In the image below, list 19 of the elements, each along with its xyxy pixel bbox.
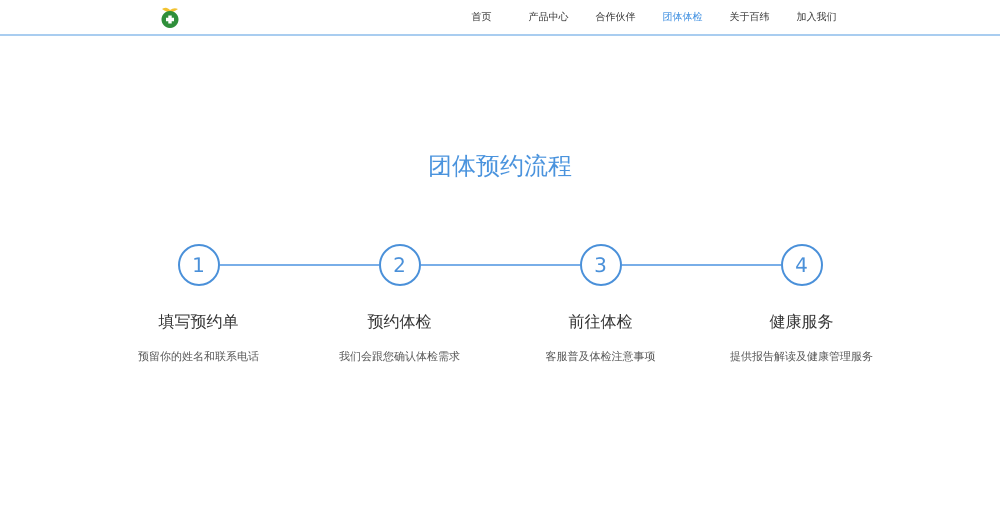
step-description: 客服普及体检注意事项: [546, 349, 656, 364]
step-number: 1: [178, 244, 220, 286]
step-title: 健康服务: [770, 312, 834, 333]
section-title: 团体预约流程: [427, 152, 573, 180]
nav-link[interactable]: 首页: [448, 10, 515, 24]
step-number: 3: [580, 244, 622, 286]
nav-link[interactable]: 加入我们: [783, 10, 850, 24]
nav-link[interactable]: 关于百纬: [716, 10, 783, 24]
step-title: 填写预约单: [158, 312, 238, 333]
step-description: 我们会跟您确认体检需求: [339, 349, 460, 364]
step-description: 预留你的姓名和联系电话: [138, 349, 259, 364]
nav-link[interactable]: 合作伙伴: [582, 10, 649, 24]
logo-icon[interactable]: [160, 6, 180, 28]
step-description: 提供报告解读及健康管理服务: [730, 349, 873, 364]
step-title: 预约体检: [368, 312, 432, 333]
nav-link[interactable]: 产品中心: [515, 10, 582, 24]
step-number: 2: [378, 244, 420, 286]
step-number: 4: [780, 244, 822, 286]
step-title: 前往体检: [568, 312, 632, 333]
